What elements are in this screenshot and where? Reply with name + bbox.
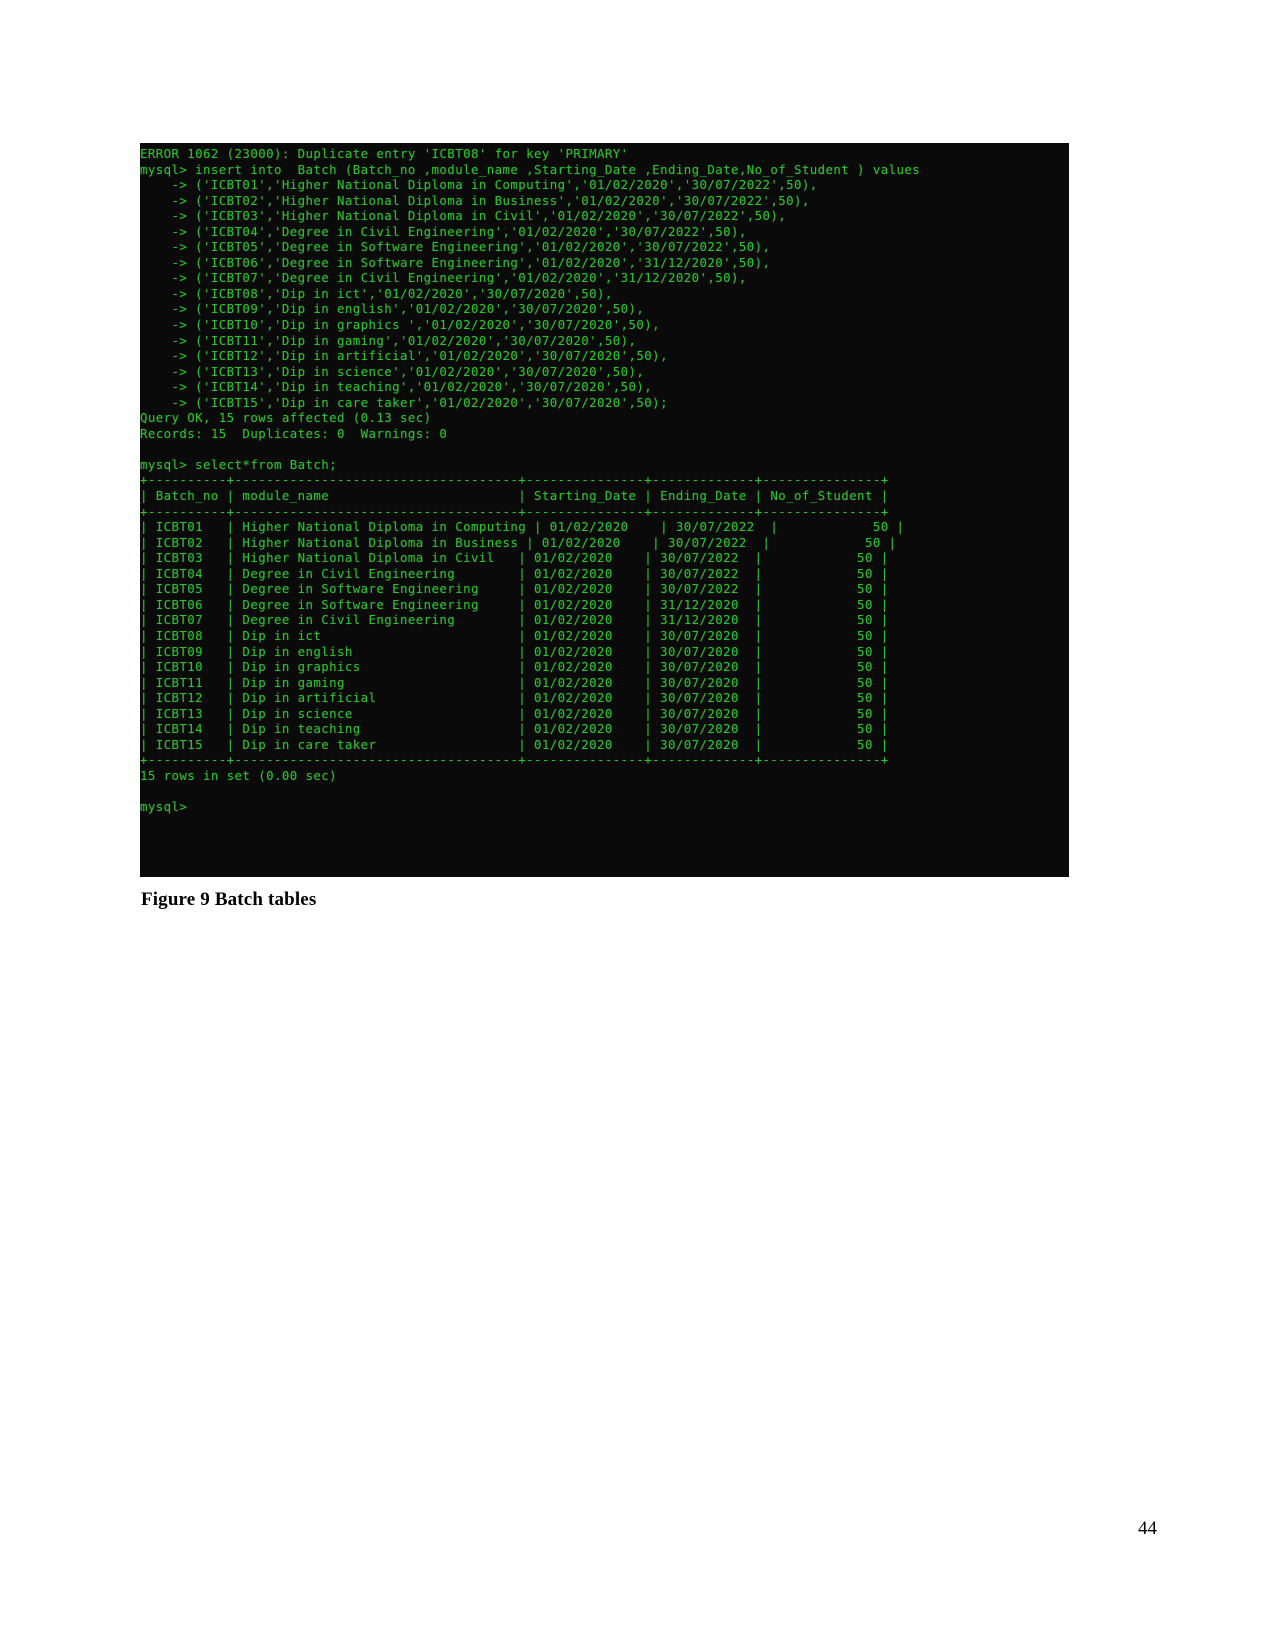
terminal-line: | ICBT14 | Dip in teaching | 01/02/2020 … bbox=[140, 721, 889, 737]
terminal-line: -> ('ICBT01','Higher National Diploma in… bbox=[140, 177, 818, 193]
terminal-line: | Batch_no | module_name | Starting_Date… bbox=[140, 488, 889, 504]
terminal-line: | ICBT03 | Higher National Diploma in Ci… bbox=[140, 550, 889, 566]
terminal-line: | ICBT11 | Dip in gaming | 01/02/2020 | … bbox=[140, 674, 889, 690]
terminal-line: -> ('ICBT13','Dip in science','01/02/202… bbox=[140, 363, 645, 379]
terminal-line: -> ('ICBT07','Degree in Civil Engineerin… bbox=[140, 270, 747, 286]
terminal-line: -> ('ICBT15','Dip in care taker','01/02/… bbox=[140, 394, 668, 410]
terminal-line: -> ('ICBT05','Degree in Software Enginee… bbox=[140, 239, 771, 255]
terminal-line: -> ('ICBT03','Higher National Diploma in… bbox=[140, 208, 787, 224]
terminal-line: mysql> bbox=[140, 798, 188, 814]
terminal-line: -> ('ICBT08','Dip in ict','01/02/2020','… bbox=[140, 285, 613, 301]
terminal-line: +----------+----------------------------… bbox=[140, 472, 889, 488]
terminal-line: | ICBT04 | Degree in Civil Engineering |… bbox=[140, 565, 889, 581]
terminal-line: +----------+----------------------------… bbox=[140, 503, 889, 519]
terminal-line: -> ('ICBT02','Higher National Diploma in… bbox=[140, 192, 810, 208]
terminal-line: +----------+----------------------------… bbox=[140, 752, 889, 768]
page-number: 44 bbox=[1138, 1518, 1157, 1539]
document-page: ERROR 1062 (23000): Duplicate entry 'ICB… bbox=[0, 0, 1275, 1651]
terminal-line: | ICBT10 | Dip in graphics | 01/02/2020 … bbox=[140, 659, 889, 675]
terminal-output: ERROR 1062 (23000): Duplicate entry 'ICB… bbox=[140, 146, 1069, 815]
terminal-line: | ICBT13 | Dip in science | 01/02/2020 |… bbox=[140, 705, 889, 721]
terminal-line: -> ('ICBT09','Dip in english','01/02/202… bbox=[140, 301, 645, 317]
terminal-line: 15 rows in set (0.00 sec) bbox=[140, 767, 337, 783]
terminal-line: -> ('ICBT06','Degree in Software Enginee… bbox=[140, 254, 771, 270]
terminal-line: | ICBT01 | Higher National Diploma in Co… bbox=[140, 519, 905, 535]
terminal-line: mysql> insert into Batch (Batch_no ,modu… bbox=[140, 161, 921, 177]
terminal-line: | ICBT09 | Dip in english | 01/02/2020 |… bbox=[140, 643, 889, 659]
terminal-line: | ICBT12 | Dip in artificial | 01/02/202… bbox=[140, 690, 889, 706]
terminal-line: | ICBT02 | Higher National Diploma in Bu… bbox=[140, 534, 897, 550]
terminal-line: | ICBT05 | Degree in Software Engineerin… bbox=[140, 581, 889, 597]
terminal-line: | ICBT07 | Degree in Civil Engineering |… bbox=[140, 612, 889, 628]
terminal-line: mysql> select*from Batch; bbox=[140, 456, 337, 472]
terminal-line: Query OK, 15 rows affected (0.13 sec) bbox=[140, 410, 432, 426]
figure-caption: Figure 9 Batch tables bbox=[141, 889, 317, 910]
mysql-terminal-screenshot: ERROR 1062 (23000): Duplicate entry 'ICB… bbox=[140, 143, 1069, 877]
terminal-line: | ICBT08 | Dip in ict | 01/02/2020 | 30/… bbox=[140, 627, 889, 643]
terminal-line: | ICBT15 | Dip in care taker | 01/02/202… bbox=[140, 736, 889, 752]
terminal-line: -> ('ICBT10','Dip in graphics ','01/02/2… bbox=[140, 317, 661, 333]
terminal-line: | ICBT06 | Degree in Software Engineerin… bbox=[140, 596, 889, 612]
terminal-line: Records: 15 Duplicates: 0 Warnings: 0 bbox=[140, 425, 448, 441]
terminal-line: -> ('ICBT11','Dip in gaming','01/02/2020… bbox=[140, 332, 637, 348]
terminal-line: -> ('ICBT04','Degree in Civil Engineerin… bbox=[140, 223, 747, 239]
terminal-line: -> ('ICBT14','Dip in teaching','01/02/20… bbox=[140, 379, 653, 395]
terminal-line: -> ('ICBT12','Dip in artificial','01/02/… bbox=[140, 348, 668, 364]
terminal-line: ERROR 1062 (23000): Duplicate entry 'ICB… bbox=[140, 146, 629, 161]
